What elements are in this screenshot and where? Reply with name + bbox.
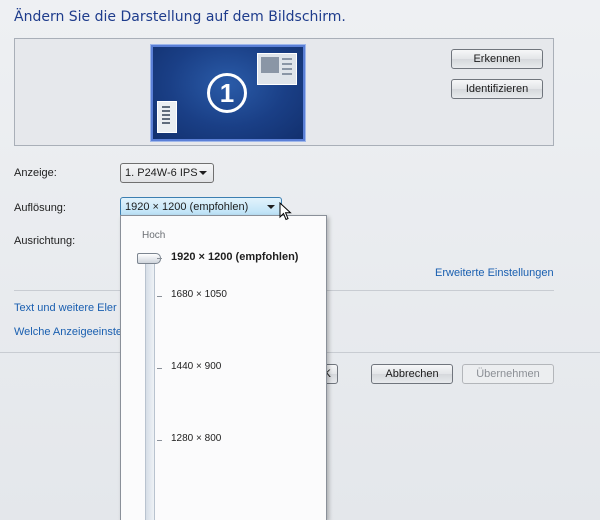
slider-tick bbox=[157, 296, 162, 297]
page-heading: Ändern Sie die Darstellung auf dem Bilds… bbox=[14, 9, 346, 25]
resolution-select-value: 1920 × 1200 (empfohlen) bbox=[125, 201, 249, 213]
resolution-select[interactable]: 1920 × 1200 (empfohlen) bbox=[120, 197, 282, 217]
high-label: Hoch bbox=[142, 230, 166, 241]
display-select-value: 1. P24W-6 IPS bbox=[125, 167, 198, 179]
computer-tower-icon bbox=[157, 101, 177, 133]
monitor-number-badge: 1 bbox=[207, 73, 247, 113]
cancel-button[interactable]: Abbrechen bbox=[371, 364, 453, 384]
resolution-option[interactable]: 1680 × 1050 bbox=[171, 289, 227, 300]
slider-tick bbox=[157, 258, 162, 259]
resolution-label: Auflösung: bbox=[14, 202, 66, 214]
display-select[interactable]: 1. P24W-6 IPS bbox=[120, 163, 214, 183]
resolution-dropdown: Hoch 1920 × 1200 (empfohlen) 1680 × 1050… bbox=[120, 215, 327, 520]
identify-button[interactable]: Identifizieren bbox=[451, 79, 543, 99]
slider-tick bbox=[157, 368, 162, 369]
chevron-down-icon bbox=[267, 205, 275, 209]
detect-button[interactable]: Erkennen bbox=[451, 49, 543, 69]
display-label: Anzeige: bbox=[14, 167, 57, 179]
monitor-arrangement-panel: 1 Erkennen Identifizieren bbox=[14, 38, 554, 146]
text-size-link[interactable]: Text und weitere Eler bbox=[14, 302, 117, 314]
orientation-label: Ausrichtung: bbox=[14, 235, 76, 247]
slider-tick bbox=[157, 440, 162, 441]
mini-window-icon bbox=[257, 53, 297, 85]
resolution-option[interactable]: 1440 × 900 bbox=[171, 361, 221, 372]
apply-button: Übernehmen bbox=[462, 364, 554, 384]
monitor-1[interactable]: 1 bbox=[151, 45, 305, 141]
resolution-option[interactable]: 1280 × 800 bbox=[171, 433, 221, 444]
display-settings-link[interactable]: Welche Anzeigeeinste bbox=[14, 326, 122, 338]
resolution-slider-track[interactable] bbox=[145, 254, 155, 520]
advanced-settings-link[interactable]: Erweiterte Einstellungen bbox=[435, 267, 554, 279]
mouse-cursor-icon bbox=[279, 202, 292, 221]
resolution-option[interactable]: 1920 × 1200 (empfohlen) bbox=[171, 251, 298, 263]
chevron-down-icon bbox=[199, 171, 207, 175]
